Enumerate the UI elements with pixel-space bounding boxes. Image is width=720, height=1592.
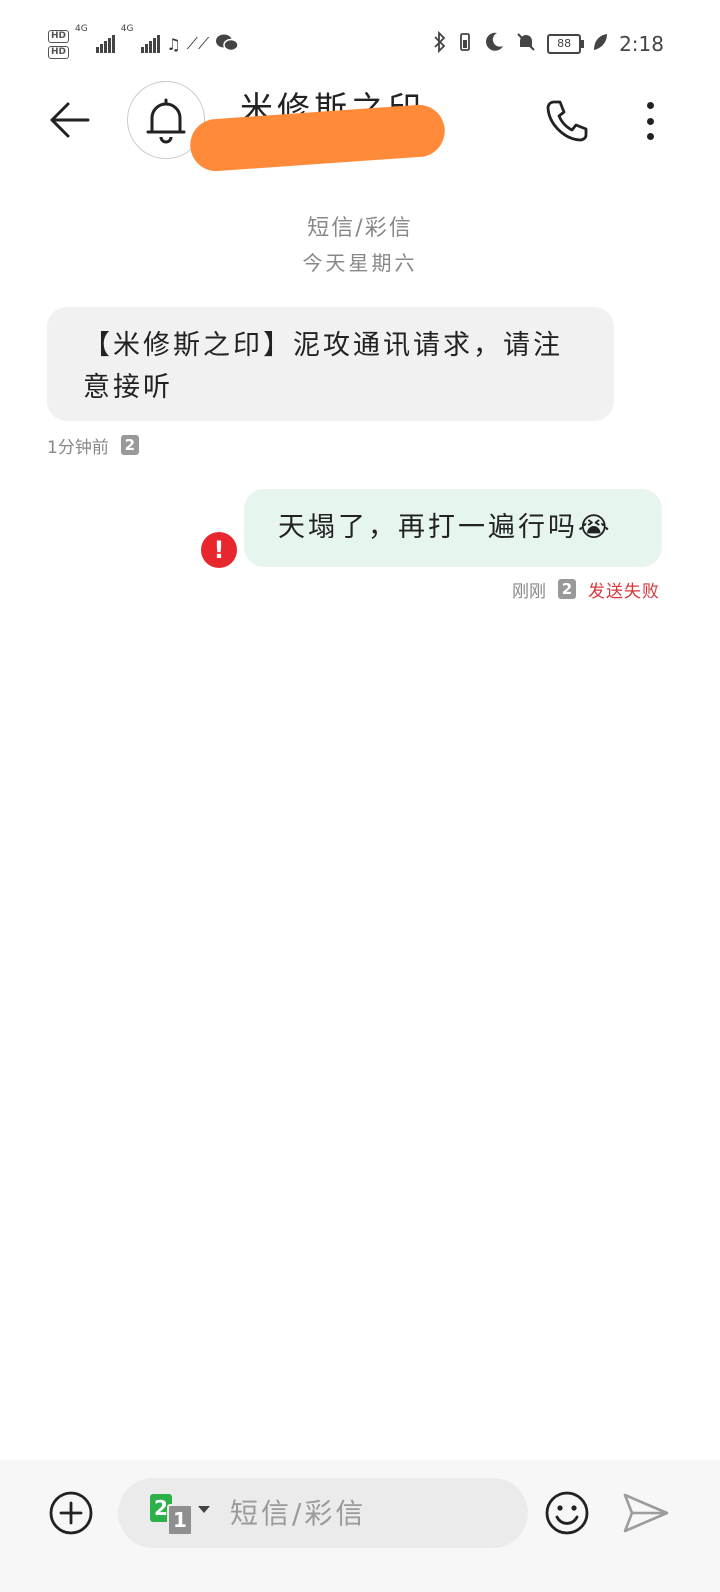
incoming-message-time: 1分钟前 bbox=[47, 437, 109, 458]
hd-indicators: HD HD bbox=[48, 29, 70, 59]
sim-selector[interactable]: 2 1 bbox=[150, 1494, 210, 1536]
outgoing-message-meta: 刚刚 2 发送失败 bbox=[512, 576, 660, 602]
plus-circle-icon bbox=[49, 1491, 93, 1535]
status-bar: HD HD 4G 4G ♫ ⟋⟋ 88 2:18 bbox=[0, 0, 720, 80]
smiley-icon bbox=[545, 1491, 589, 1535]
back-arrow-icon bbox=[50, 102, 90, 138]
message-input-placeholder: 短信/彩信 bbox=[230, 1497, 367, 1530]
sim-card-icon: 2 bbox=[120, 435, 139, 455]
emoji-button[interactable] bbox=[544, 1490, 590, 1536]
hd-badge-1: HD bbox=[48, 29, 70, 43]
link-icon: ⟋⟋ bbox=[186, 34, 210, 53]
more-dot-icon bbox=[646, 117, 654, 125]
network-type-1: 4G bbox=[75, 24, 88, 34]
bluetooth-icon bbox=[433, 30, 447, 58]
send-failed-status: 发送失败 bbox=[588, 581, 660, 602]
more-options-button[interactable] bbox=[636, 98, 664, 144]
signal-1-icon bbox=[95, 35, 115, 53]
conversation-date-label: 今天星期六 bbox=[302, 251, 418, 275]
vibrate-icon bbox=[457, 31, 473, 58]
leaf-icon bbox=[591, 32, 609, 57]
call-button[interactable] bbox=[544, 98, 590, 144]
incoming-message-meta: 1分钟前 2 bbox=[47, 432, 139, 458]
signal-2-icon bbox=[141, 35, 161, 53]
status-time: 2:18 bbox=[619, 32, 664, 56]
mute-bell-icon bbox=[515, 31, 537, 58]
outgoing-message-bubble[interactable]: 天塌了，再打一遍行吗😭 bbox=[244, 489, 662, 567]
music-icon: ♫ bbox=[166, 34, 181, 54]
phone-icon bbox=[546, 100, 588, 142]
send-button[interactable] bbox=[622, 1492, 670, 1534]
battery-icon: 88 bbox=[547, 34, 585, 54]
moon-icon bbox=[483, 31, 505, 58]
more-dot-icon bbox=[646, 133, 654, 140]
conversation-type-label: 短信/彩信 bbox=[307, 216, 413, 241]
status-bar-right: 88 2:18 bbox=[433, 30, 664, 58]
sim-card-icon: 2 bbox=[558, 579, 576, 599]
hd-badge-2: HD bbox=[48, 45, 70, 59]
redaction-scribble bbox=[188, 103, 447, 173]
send-error-icon[interactable]: ! bbox=[201, 532, 237, 568]
status-bar-left: HD HD 4G 4G ♫ ⟋⟋ bbox=[48, 24, 239, 64]
add-attachment-button[interactable] bbox=[48, 1490, 94, 1536]
network-type-2: 4G bbox=[120, 24, 134, 34]
back-button[interactable] bbox=[46, 96, 94, 144]
incoming-message-bubble[interactable]: 【米修斯之印】泥攻通讯请求，请注意接听 bbox=[47, 307, 614, 421]
send-arrow-icon bbox=[623, 1493, 669, 1533]
sim-1-icon: 1 bbox=[167, 1504, 193, 1536]
outgoing-message-time: 刚刚 bbox=[512, 581, 546, 602]
dropdown-caret-icon bbox=[198, 1506, 210, 1513]
more-dot-icon bbox=[646, 102, 654, 109]
wechat-icon bbox=[215, 33, 239, 56]
bell-icon bbox=[146, 98, 186, 144]
